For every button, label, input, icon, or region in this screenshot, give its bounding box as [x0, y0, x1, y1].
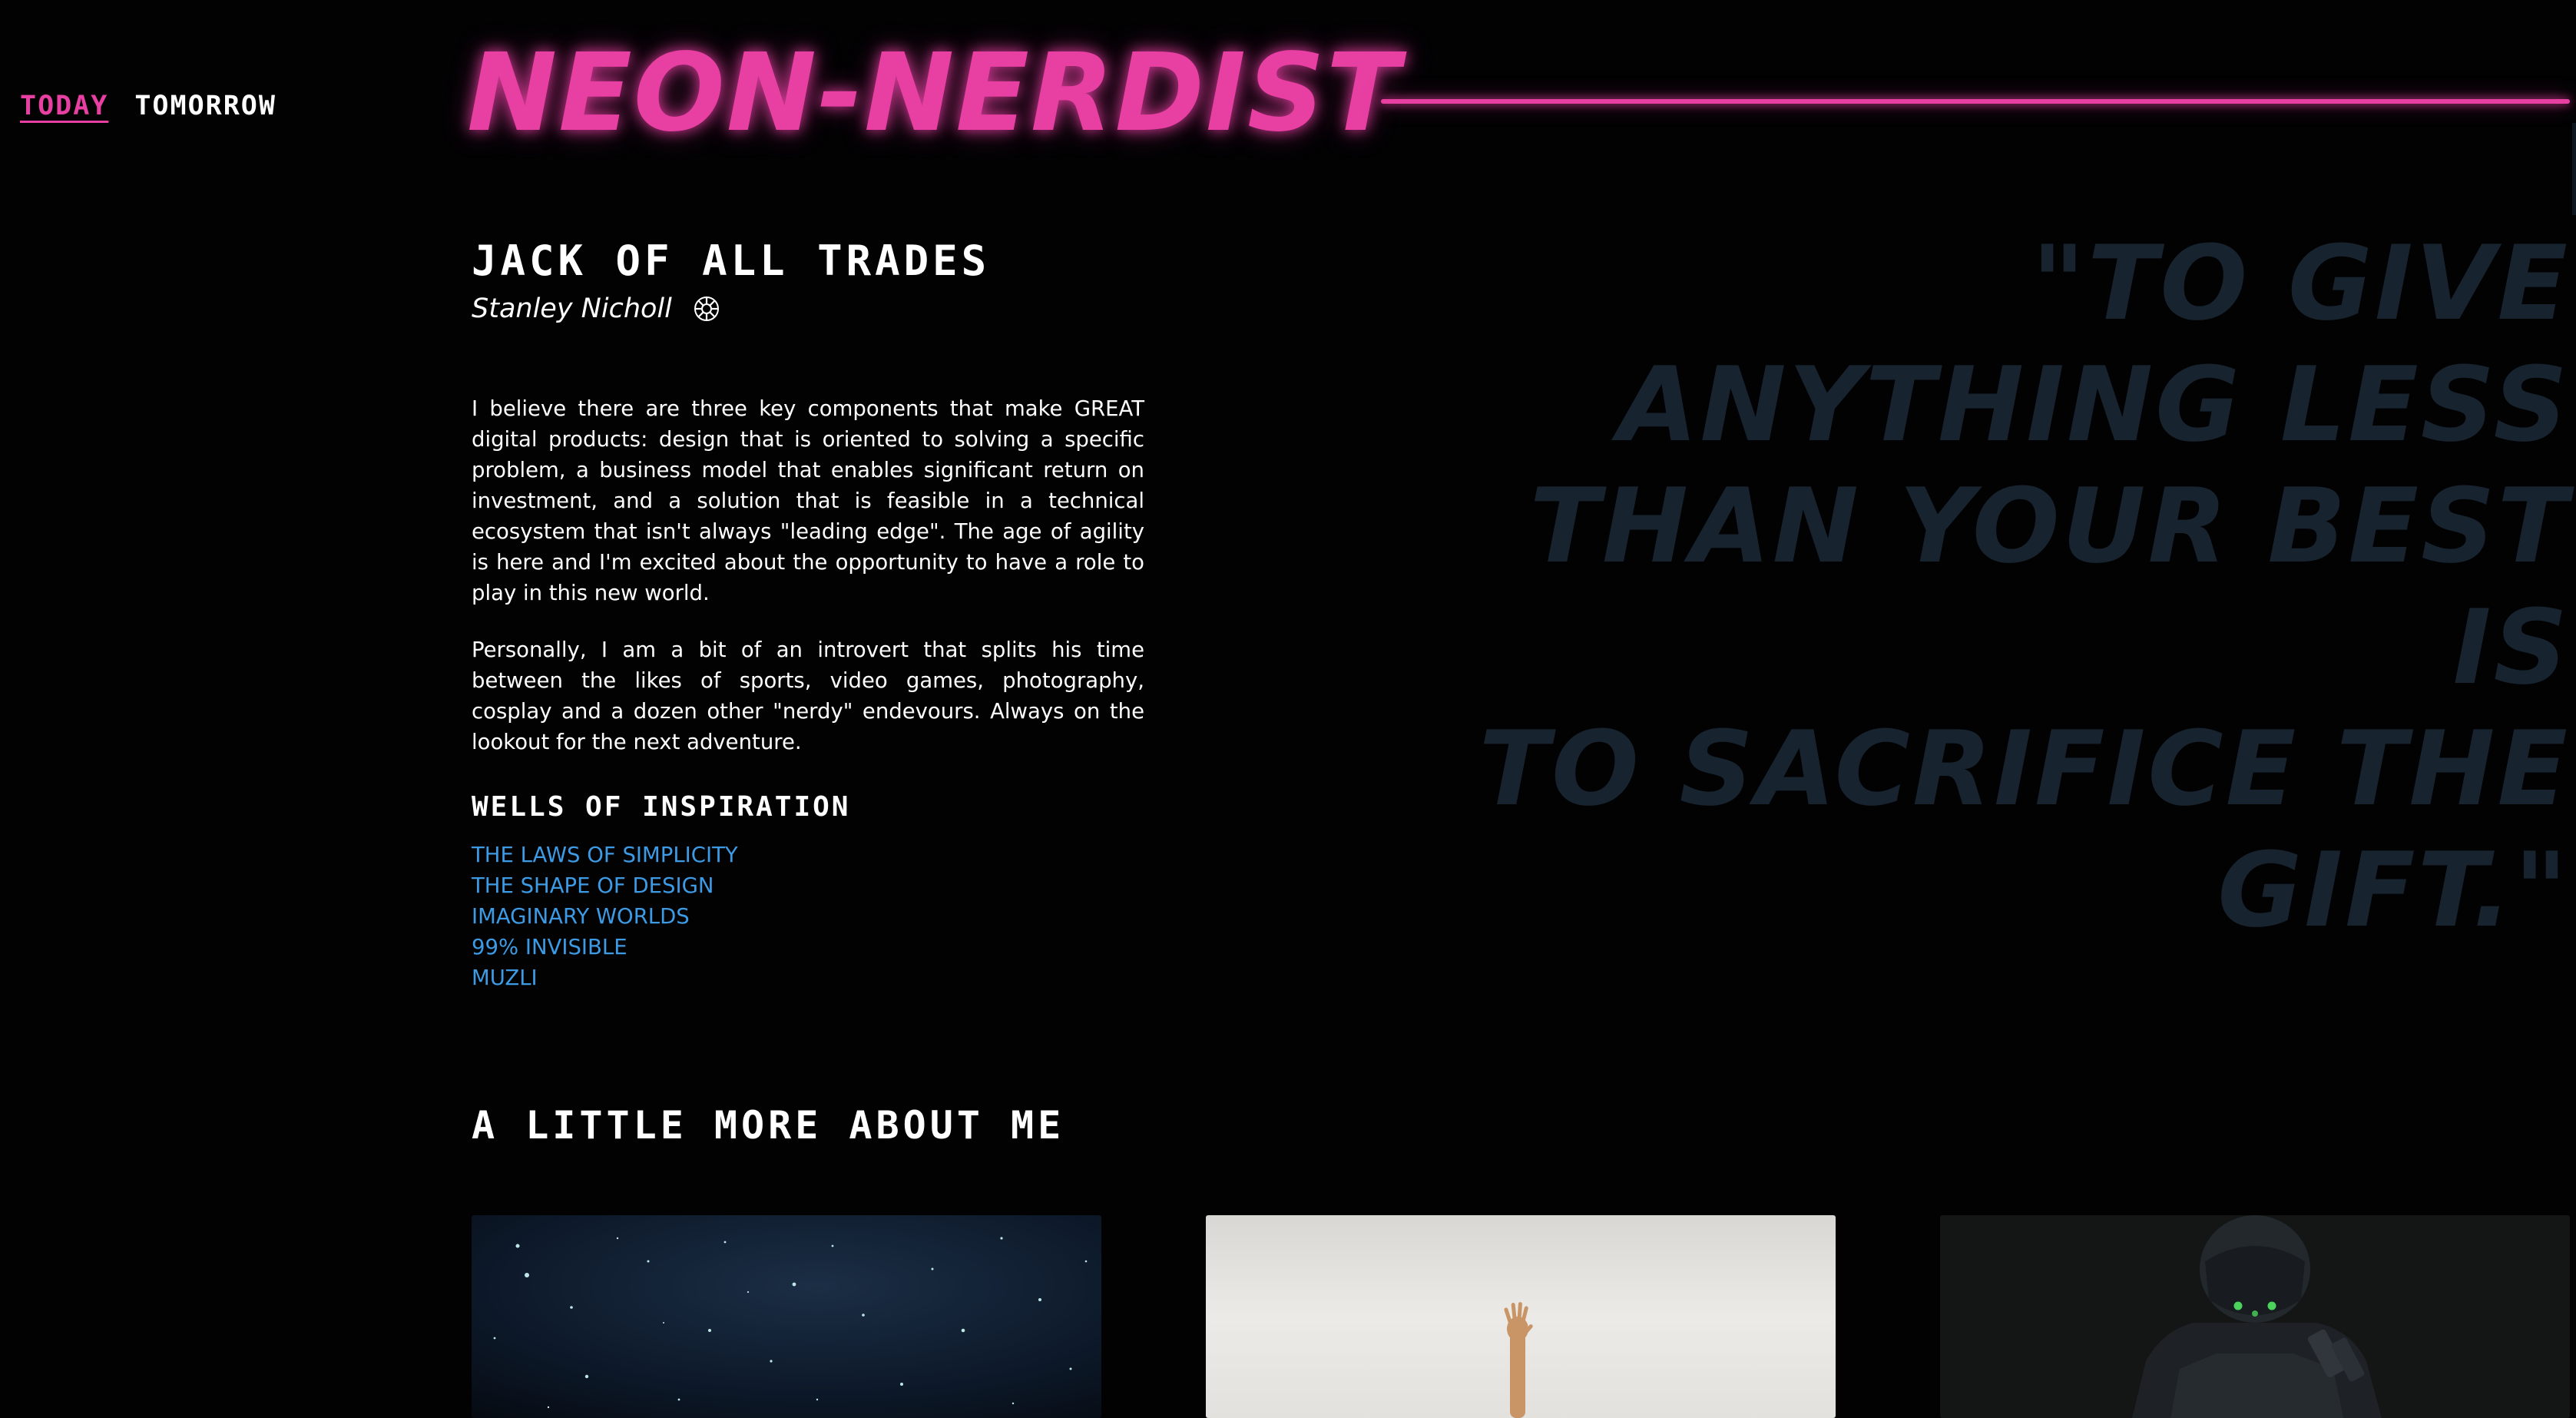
bio-paragraph-1: I believe there are three key components… [472, 396, 1144, 605]
nav-link-tomorrow[interactable]: TOMORROW [134, 91, 276, 121]
inspiration-link-shape-of-design[interactable]: THE SHAPE OF DESIGN [472, 873, 714, 898]
top-nav: TODAY TOMORROW [20, 91, 276, 121]
bio-section: I believe there are three key components… [472, 393, 1144, 784]
inspiration-link-99-invisible[interactable]: 99% INVISIBLE [472, 935, 627, 959]
quote-line: GIFT." [2217, 830, 2570, 950]
starry-night-photo[interactable] [472, 1215, 1101, 1418]
quote-line: ANYTHING LESS [1617, 345, 2570, 465]
quote-line: "TO GIVE [2031, 224, 2570, 343]
about-more-heading: A LITTLE MORE ABOUT ME [472, 1103, 1065, 1148]
inspiration-link-muzli[interactable]: MUZLI [472, 966, 538, 990]
death-trooper-cosplay-photo[interactable] [1940, 1215, 2570, 1418]
page-title: JACK OF ALL TRADES [472, 237, 991, 285]
inspiration-link-laws-of-simplicity[interactable]: THE LAWS OF SIMPLICITY [472, 843, 738, 867]
hero-quote: "TO GIVE ANYTHING LESS THAN YOUR BEST IS… [1449, 223, 2570, 951]
list-item: THE LAWS OF SIMPLICITY [472, 840, 738, 870]
list-item: MUZLI [472, 962, 738, 993]
death-trooper-image [1940, 1215, 2570, 1418]
inspiration-link-imaginary-worlds[interactable]: IMAGINARY WORLDS [472, 904, 690, 929]
bio-paragraph-2: Personally, I am a bit of an introvert t… [472, 638, 1144, 754]
author-name: Stanley Nicholl [472, 293, 672, 324]
raised-hand-photo[interactable] [1206, 1215, 1836, 1418]
scrollbar-track[interactable] [2572, 123, 2576, 215]
list-item: IMAGINARY WORLDS [472, 901, 738, 932]
starry-night-image [472, 1215, 1101, 1418]
list-item: THE SHAPE OF DESIGN [472, 870, 738, 901]
quote-line: TO SACRIFICE THE [1478, 709, 2570, 829]
nav-link-today[interactable]: TODAY [20, 91, 108, 121]
site-logo[interactable]: NEON-NERDIST [467, 40, 1401, 147]
raised-hand-image [1206, 1215, 1836, 1418]
inspiration-heading: WELLS OF INSPIRATION [472, 791, 851, 823]
inspiration-links: THE LAWS OF SIMPLICITY THE SHAPE OF DESI… [472, 840, 738, 993]
quote-line: THAN YOUR BEST IS [1529, 466, 2570, 707]
neon-divider-line [1381, 99, 2570, 104]
list-item: 99% INVISIBLE [472, 932, 738, 962]
imperial-emblem-icon [694, 297, 719, 321]
byline: Stanley Nicholl [472, 293, 720, 324]
